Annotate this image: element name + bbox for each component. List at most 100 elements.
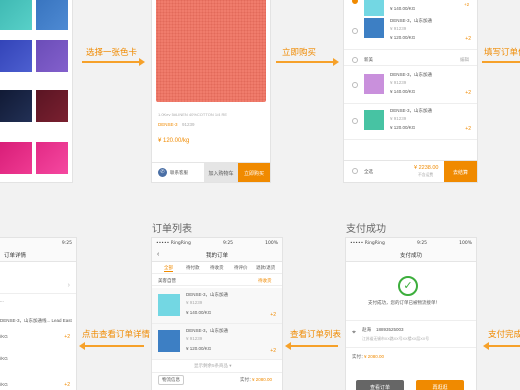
cart-item: DENSE-3，山东加通 ¥ 91239 ¥ 140.00/KG +2 bbox=[344, 68, 477, 104]
address-block: ⌖ 赵海 18893525003 江苏省无锡市XX路XX号XX楼XX层XX号 bbox=[346, 320, 476, 348]
order-list-phone: ••••• RingRing 9:25 100% ‹ 我的订单 全部 待付款 待… bbox=[152, 238, 282, 390]
tab-refund[interactable]: 退款/退货 bbox=[256, 265, 275, 271]
detail-line-3: /KG bbox=[0, 334, 8, 339]
swatch-teal[interactable] bbox=[0, 0, 32, 30]
detail-block bbox=[0, 272, 76, 294]
select-all-label: 全选 bbox=[364, 169, 373, 174]
checkout-button[interactable]: 去结算 bbox=[444, 161, 477, 182]
pay-success-nav-title: 支付成功 bbox=[399, 253, 422, 259]
carrier-label: ••••• RingRing bbox=[156, 241, 191, 246]
arrow-to-order-detail bbox=[79, 342, 144, 350]
order-list-nav: ‹ 我的订单 bbox=[152, 249, 282, 262]
product-code: 91239 bbox=[182, 122, 195, 127]
battery-label: 100% bbox=[265, 241, 278, 246]
cart-group-header: 新美 编辑 bbox=[344, 54, 477, 66]
buy-now-button[interactable]: 立即购买 bbox=[238, 163, 270, 182]
flow-label-pay-done: 支付完成 bbox=[488, 329, 520, 339]
location-pin-icon: ⌖ bbox=[352, 329, 356, 336]
order-detail-title: 订单详情 bbox=[4, 253, 27, 259]
detail-qty: +2 bbox=[64, 334, 70, 340]
swatch-blue[interactable] bbox=[36, 0, 68, 30]
tab-unreceived[interactable]: 待收货 bbox=[210, 265, 224, 271]
detail-line-1: ... bbox=[0, 298, 4, 303]
order-tabs: 全部 待付款 待收货 待评价 退款/退货 bbox=[152, 262, 282, 274]
service-icon[interactable]: ✆ bbox=[158, 168, 167, 177]
order-footer: 物流信息 实付： ¥ 2080.00 bbox=[152, 372, 282, 385]
cart-item-radio[interactable] bbox=[352, 118, 358, 124]
shop-status: 待收货 bbox=[258, 278, 272, 283]
cart-phone: +2 DENSE-3，山东加通 ¥ 91239 ¥ 140.00/KG ¥ 12… bbox=[344, 0, 477, 182]
flow-label-fill-order: 填写订单信 bbox=[484, 47, 520, 57]
view-order-button[interactable]: 查看订单 bbox=[356, 380, 404, 390]
order-item-qty: +2 bbox=[270, 348, 276, 354]
order-item-price: ¥ 120.00/KG bbox=[186, 346, 212, 351]
cart-item-price2: ¥ 120.00/KG bbox=[390, 35, 416, 40]
order-shop-header: 美客自营 待收货 bbox=[152, 276, 282, 286]
product-bottom-bar: ✆ 联系客服 加入购物车 立即购买 bbox=[152, 162, 270, 182]
tab-unpaid[interactable]: 待付款 bbox=[186, 265, 200, 271]
logistics-button[interactable]: 物流信息 bbox=[158, 375, 184, 385]
cart-bottom-bar: 全选 ¥ 2238.00 不含运费 去结算 bbox=[344, 160, 477, 182]
swatch-violet[interactable] bbox=[36, 40, 68, 72]
group-radio[interactable] bbox=[352, 57, 358, 63]
arrow-to-cart bbox=[276, 58, 339, 66]
swatch-burgundy[interactable] bbox=[36, 90, 68, 122]
cart-item-name: DENSE-3，山东加通 bbox=[390, 108, 433, 113]
receiver-phone: 18893525003 bbox=[376, 327, 404, 332]
order-list-nav-title: 我的订单 bbox=[205, 253, 228, 259]
order-item-code: ¥ 91239 bbox=[186, 300, 203, 305]
cart-radio-top[interactable] bbox=[352, 0, 358, 4]
pay-success-phone: ••••• RingRing 9:25 100% 支付成功 ✓ 支付成功，您的订… bbox=[346, 238, 476, 390]
order-item-code: ¥ 91239 bbox=[186, 336, 203, 341]
back-arrow-icon[interactable]: ‹ bbox=[157, 251, 159, 258]
flow-label-buy-now: 立即购买 bbox=[282, 47, 317, 57]
product-name: DENSE-3 bbox=[158, 122, 178, 127]
add-cart-button[interactable]: 加入购物车 bbox=[204, 163, 238, 182]
swatch-pink[interactable] bbox=[36, 142, 68, 174]
carrier-label: ••••• RingRing bbox=[350, 241, 385, 246]
swatch-magenta[interactable] bbox=[0, 142, 32, 174]
cart-item-price: ¥ 140.00/KG bbox=[390, 89, 416, 94]
cart-item-price1: ¥ 140.00/KG bbox=[390, 6, 416, 11]
detail-line-4: /KG bbox=[0, 356, 8, 361]
swatch-royal-blue[interactable] bbox=[0, 40, 32, 72]
cart-item-qty[interactable]: +2 bbox=[465, 90, 471, 96]
cart-item-code: ¥ 91239 bbox=[390, 116, 407, 121]
tab-unrated[interactable]: 待评价 bbox=[234, 265, 248, 271]
cart-top-qty: +2 bbox=[464, 2, 470, 7]
select-all-radio[interactable] bbox=[352, 168, 358, 174]
tab-all[interactable]: 全部 bbox=[164, 265, 173, 272]
paid-amount: ¥ 2080.00 bbox=[252, 377, 273, 382]
continue-shopping-button[interactable]: 再逛逛 bbox=[416, 380, 464, 390]
flow-label-choose-swatch: 选择一张色卡 bbox=[86, 47, 138, 57]
status-bar: 9:25 bbox=[0, 238, 76, 249]
order-item-price: ¥ 140.00/KG bbox=[186, 310, 212, 315]
order-item-qty: +2 bbox=[270, 312, 276, 318]
order-item-name: DENSE-3，山东加通 bbox=[186, 292, 229, 297]
cart-item-name: DENSE-3，山东加通 bbox=[390, 18, 433, 23]
product-detail-phone: 1.0Kev 5#LINEN 40%COTTON 1/4 RE DENSE-3 … bbox=[152, 0, 270, 182]
group-edit-link[interactable]: 编辑 bbox=[460, 57, 469, 63]
contact-button[interactable]: 联系客服 bbox=[170, 170, 188, 176]
cart-item-thumb-blue bbox=[364, 18, 384, 38]
cart-item: DENSE-3，山东加通 ¥ 91239 ¥ 120.00/KG +2 bbox=[344, 104, 477, 140]
cart-item-radio[interactable] bbox=[352, 28, 358, 34]
order-item[interactable]: DENSE-3，山东加通 ¥ 91239 ¥ 120.00/KG +2 bbox=[152, 324, 282, 360]
cart-item-code: ¥ 91239 bbox=[390, 80, 407, 85]
show-more-link[interactable]: 显示剩余5条商品 ▾ bbox=[194, 363, 232, 369]
cart-item-radio[interactable] bbox=[352, 82, 358, 88]
chevron-right-icon[interactable]: › bbox=[68, 282, 70, 289]
cart-item-qty[interactable]: +2 bbox=[465, 126, 471, 132]
swatch-navy[interactable] bbox=[0, 90, 32, 122]
flow-label-view-detail: 点击查看订单详情 bbox=[82, 329, 151, 339]
detail-line-2: DENSE-3，山东加通线... Lead East bbox=[0, 318, 72, 323]
order-item-thumb-cyan bbox=[158, 294, 180, 316]
cart-item-name: DENSE-3，山东加通 bbox=[390, 72, 433, 77]
product-desc: 1.0Kev 5#LINEN 40%COTTON 1/4 RE bbox=[158, 112, 228, 117]
order-item-name: DENSE-3，山东加通 bbox=[186, 328, 229, 333]
cart-total: ¥ 2238.00 bbox=[414, 165, 439, 171]
cart-item-thumb-violet bbox=[364, 74, 384, 94]
order-detail-phone: 9:25 订单详情 › ... DENSE-3，山东加通线... Lead Ea… bbox=[0, 238, 76, 390]
order-item[interactable]: DENSE-3，山东加通 ¥ 91239 ¥ 140.00/KG +2 bbox=[152, 288, 282, 324]
cart-item-qty[interactable]: +2 bbox=[465, 36, 471, 42]
